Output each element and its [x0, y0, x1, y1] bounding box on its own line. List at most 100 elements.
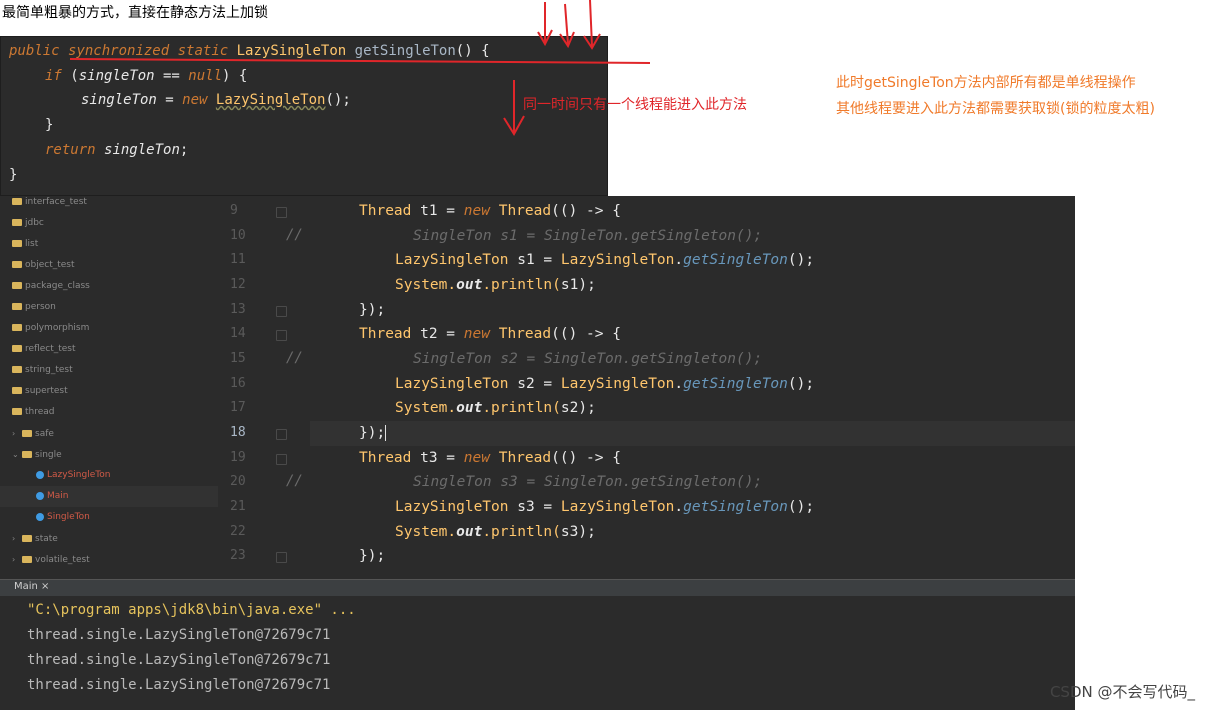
annotation-line-1: 此时getSingleTon方法内部所有都是单线程操作 [836, 75, 1136, 91]
project-tree: interface_testjdbc list object_testpackage… [0, 196, 219, 578]
tree-item[interactable]: object_test [0, 255, 218, 276]
line-number: 15 [230, 351, 246, 366]
chevron-right-icon[interactable]: › [12, 528, 22, 549]
line-number: 12 [230, 277, 246, 292]
folder-icon [12, 408, 22, 415]
line-number: 11 [230, 252, 246, 267]
fold-marker-icon[interactable] [276, 306, 287, 317]
line-number: 23 [230, 548, 246, 563]
folder-icon [22, 556, 32, 563]
code-line: Thread t2 = new Thread(() -> { [359, 326, 621, 342]
tree-item[interactable]: jdbc [0, 213, 218, 234]
code-line: SingleTon s3 = SingleTon.getSingleton(); [413, 474, 763, 490]
comment-marker: // [286, 350, 303, 366]
line-number: 19 [230, 450, 246, 465]
code-line: System.out.println(s3); [395, 524, 596, 540]
tree-item-label: reflect_test [25, 344, 76, 354]
tree-item[interactable]: interface_test [0, 196, 218, 213]
tree-item-label: single [35, 450, 62, 460]
code-line: System.out.println(s2); [395, 400, 596, 416]
line-number: 9 [230, 203, 238, 218]
folder-icon [12, 345, 22, 352]
code-line: LazySingleTon s1 = LazySingleTon.getSing… [395, 252, 815, 268]
line-number: 10 [230, 228, 246, 243]
console-line: thread.single.LazySingleTon@72679c71 [27, 677, 331, 693]
run-console: "C:\program apps\jdk8\bin\java.exe" ... t… [0, 596, 1075, 710]
tree-item[interactable]: › volatile_test [0, 549, 218, 570]
folder-icon [12, 366, 22, 373]
tree-item[interactable]: package_class [0, 276, 218, 297]
console-line: "C:\program apps\jdk8\bin\java.exe" ... [27, 602, 356, 618]
chevron-right-icon[interactable]: › [12, 549, 22, 570]
tree-item-label: person [25, 302, 56, 312]
fold-marker-icon[interactable] [276, 207, 287, 218]
comment-marker: // [286, 227, 303, 243]
folder-icon [22, 535, 32, 542]
tree-item-label: state [35, 534, 58, 544]
code-line: SingleTon s2 = SingleTon.getSingleton(); [413, 351, 763, 367]
class-icon [36, 512, 44, 521]
tree-item-label: object_test [25, 260, 75, 270]
code-line: LazySingleTon s2 = LazySingleTon.getSing… [395, 376, 815, 392]
tree-item[interactable]: supertest [0, 381, 218, 402]
code-line: }); [359, 548, 386, 564]
annotation-line-2: 其他线程要进入此方法都需要获取锁(锁的粒度太粗) [836, 101, 1155, 117]
comment-marker: // [286, 473, 303, 489]
tree-item-label: jdbc [25, 218, 44, 228]
tree-item-label: list [25, 239, 39, 249]
fold-marker-icon[interactable] [276, 429, 287, 440]
tree-item[interactable]: ⌄ single [0, 444, 218, 465]
fold-marker-icon[interactable] [276, 454, 287, 465]
code-line: LazySingleTon s3 = LazySingleTon.getSing… [395, 499, 815, 515]
tree-item[interactable]: SingleTon [0, 507, 218, 528]
class-icon [36, 491, 44, 500]
ide-window: interface_testjdbc list object_testpackage… [0, 196, 1075, 710]
folder-icon [12, 303, 22, 310]
tree-item[interactable]: person [0, 297, 218, 318]
code-line: SingleTon s1 = SingleTon.getSingleton(); [413, 228, 763, 244]
chevron-down-icon[interactable]: ⌄ [12, 444, 22, 465]
tree-item[interactable]: › safe [0, 423, 218, 444]
editor-code[interactable]: Thread t1 = new Thread(() -> { SingleTon… [310, 196, 1075, 578]
line-number: 18 [230, 425, 246, 440]
tree-item[interactable]: string_test [0, 360, 218, 381]
folder-icon [12, 282, 22, 289]
line-number: 22 [230, 524, 246, 539]
console-line: thread.single.LazySingleTon@72679c71 [27, 652, 331, 668]
code-line: }); [359, 302, 386, 318]
folder-icon [12, 240, 22, 247]
tree-item[interactable]: Main [0, 486, 218, 507]
line-number: 21 [230, 499, 246, 514]
code-line: Thread t3 = new Thread(() -> { [359, 450, 621, 466]
tree-item[interactable]: polymorphism [0, 318, 218, 339]
line-number: 17 [230, 400, 246, 415]
code-line: System.out.println(s1); [395, 277, 596, 293]
folder-icon [12, 219, 22, 226]
tree-item[interactable]: list [0, 234, 218, 255]
chevron-right-icon[interactable]: › [12, 423, 22, 444]
tree-item-label: polymorphism [25, 323, 90, 333]
tree-item[interactable]: LazySingleTon [0, 465, 218, 486]
tree-item-label: SingleTon [47, 512, 90, 522]
console-line: thread.single.LazySingleTon@72679c71 [27, 627, 331, 643]
fold-marker-icon[interactable] [276, 552, 287, 563]
folder-icon [22, 430, 32, 437]
tree-item[interactable]: thread [0, 402, 218, 423]
watermark: CSDN @不会写代码_ [1049, 683, 1195, 701]
annotation-single-thread: 同一时间只有一个线程能进入此方法 [523, 97, 747, 113]
tree-item-label: interface_test [25, 197, 87, 207]
folder-icon [22, 451, 32, 458]
fold-marker-icon[interactable] [276, 330, 287, 341]
tree-item[interactable]: › state [0, 528, 218, 549]
tree-item[interactable]: reflect_test [0, 339, 218, 360]
tree-item-label: package_class [25, 281, 90, 291]
tree-item-label: string_test [25, 365, 73, 375]
folder-icon [12, 198, 22, 205]
tree-item-label: safe [35, 429, 54, 439]
editor-gutter: 9 10 11 12 13 14 15 16 17 18 19 20 21 22 23 // // // [218, 196, 310, 578]
line-number: 20 [230, 474, 246, 489]
text-cursor [385, 425, 387, 441]
line-number: 13 [230, 302, 246, 317]
folder-icon [12, 387, 22, 394]
run-tab-main[interactable]: Main × [0, 579, 1075, 596]
